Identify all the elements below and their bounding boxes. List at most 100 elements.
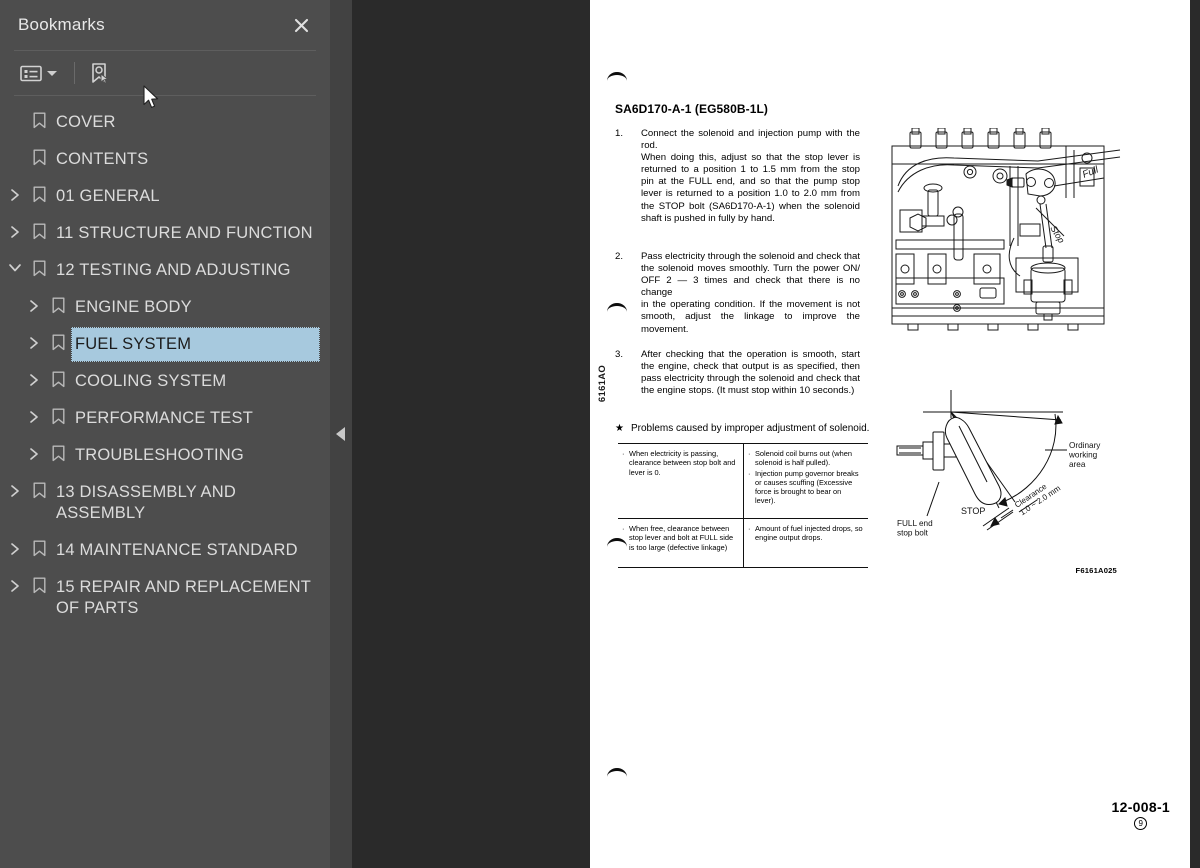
figure-label-clearance: Clearance 1.0 ~ 2.0 mm bbox=[1013, 476, 1062, 518]
mouse-cursor bbox=[143, 85, 161, 116]
table-cell-effect: · Amount of fuel injected drops, so engin… bbox=[743, 519, 868, 567]
bookmark-item-13-disassembly-and-assembly[interactable]: 13 DISASSEMBLY AND ASSEMBLY bbox=[0, 474, 330, 532]
bookmark-item-label: 13 DISASSEMBLY AND ASSEMBLY bbox=[56, 483, 236, 522]
toolbar-divider bbox=[74, 62, 75, 84]
bookmark-item-label: 01 GENERAL bbox=[56, 187, 160, 205]
bookmark-item-label: COOLING SYSTEM bbox=[75, 372, 227, 390]
table-cell-cause: · When free, clearance between stop lever… bbox=[622, 524, 734, 552]
bookmarks-panel-header: Bookmarks bbox=[0, 0, 330, 50]
pdf-viewer-area[interactable]: 6161AO SA6D170-A-1 (EG580B-1L) 1. Connec… bbox=[352, 0, 1200, 868]
step-text: After checking that the operation is smo… bbox=[641, 349, 860, 397]
star-note: ★ Problems caused by improper adjustment… bbox=[615, 423, 885, 435]
bookmark-item-15-repair-and-replacement-of-parts[interactable]: 15 REPAIR AND REPLACEMENT OF PARTS bbox=[0, 569, 330, 627]
step-number: 2. bbox=[615, 251, 624, 262]
bookmark-icon bbox=[26, 253, 52, 277]
chevron-right-icon[interactable] bbox=[23, 364, 45, 387]
star-note-text: Problems caused by improper adjustment o… bbox=[630, 423, 870, 434]
bookmark-item-cover[interactable]: COVER bbox=[0, 104, 330, 141]
page-number-block: 12-008-1 9 bbox=[1112, 799, 1170, 830]
bookmark-item-label: TROUBLESHOOTING bbox=[75, 446, 244, 464]
bookmark-item-label: 12 TESTING AND ADJUSTING bbox=[56, 261, 291, 279]
bookmark-icon bbox=[26, 570, 52, 594]
bookmark-item-engine-body[interactable]: ENGINE BODY bbox=[0, 289, 330, 326]
page-number-circled: 9 bbox=[1134, 817, 1148, 830]
figure-label-working-area: Ordinary working area bbox=[1068, 441, 1103, 469]
bookmarks-panel: Bookmarks COVER CONTENTS 01 GENERAL 11 S… bbox=[0, 0, 330, 868]
bookmark-item-performance-test[interactable]: PERFORMANCE TEST bbox=[0, 400, 330, 437]
star-icon: ★ bbox=[615, 423, 624, 434]
step-1: 1. Connect the solenoid and injection pu… bbox=[615, 128, 860, 225]
bookmark-item-label: ENGINE BODY bbox=[75, 298, 192, 316]
figure-label-full-end-bolt: FULL end stop bolt bbox=[897, 519, 935, 537]
panel-collapse-handle[interactable] bbox=[330, 0, 352, 868]
bookmark-item-label: FUEL SYSTEM bbox=[71, 327, 320, 362]
bookmark-item-label: CONTENTS bbox=[56, 150, 149, 168]
figure-stop-lever-range: Ordinary working area Clearance 1.0 ~ 2.… bbox=[895, 390, 1135, 575]
figure-id: F6161A025 bbox=[1075, 566, 1117, 575]
bookmark-item-12-testing-and-adjusting[interactable]: 12 TESTING AND ADJUSTING bbox=[0, 252, 330, 289]
bookmark-item-label: COVER bbox=[56, 113, 116, 131]
list-view-icon[interactable] bbox=[16, 58, 61, 88]
step-text: Connect the solenoid and injection pump … bbox=[641, 128, 860, 224]
chevron-down-icon[interactable] bbox=[4, 253, 26, 273]
bookmark-tree: COVER CONTENTS 01 GENERAL 11 STRUCTURE AND … bbox=[0, 96, 330, 627]
pdf-reader-window: Bookmarks COVER CONTENTS 01 GENERAL 11 S… bbox=[0, 0, 1200, 868]
figure-label-full: Full bbox=[1081, 164, 1101, 181]
bullet: · bbox=[748, 524, 751, 533]
bookmark-item-cooling-system[interactable]: COOLING SYSTEM bbox=[0, 363, 330, 400]
bookmark-item-contents[interactable]: CONTENTS bbox=[0, 141, 330, 178]
bookmark-item-fuel-system[interactable]: FUEL SYSTEM bbox=[0, 326, 330, 363]
chevron-right-icon[interactable] bbox=[4, 533, 26, 556]
bullet: · bbox=[748, 468, 751, 478]
bookmarks-toolbar bbox=[0, 51, 330, 95]
bookmark-icon bbox=[26, 475, 52, 499]
page-side-code: 6161AO bbox=[597, 364, 609, 403]
binding-arc bbox=[607, 768, 627, 777]
chevron-right-icon[interactable] bbox=[4, 216, 26, 239]
bookmark-item-label: 15 REPAIR AND REPLACEMENT OF PARTS bbox=[56, 578, 311, 617]
figure-injection-pump: Full Stop bbox=[888, 127, 1128, 353]
bullet: · bbox=[748, 449, 751, 458]
chevron-left-icon bbox=[336, 427, 345, 441]
bookmark-pointer-icon[interactable] bbox=[88, 58, 110, 88]
step-number: 3. bbox=[615, 349, 624, 360]
panel-title: Bookmarks bbox=[18, 15, 105, 34]
bookmark-icon bbox=[45, 327, 71, 351]
bookmark-icon bbox=[26, 216, 52, 240]
bookmark-item-14-maintenance-standard[interactable]: 14 MAINTENANCE STANDARD bbox=[0, 532, 330, 569]
table-cell-cause: · When electricity is passing, clearance … bbox=[622, 449, 736, 477]
bullet: · bbox=[622, 524, 625, 533]
bookmark-icon bbox=[26, 533, 52, 557]
chevron-right-icon[interactable] bbox=[23, 290, 45, 313]
bookmark-item-label: 14 MAINTENANCE STANDARD bbox=[56, 541, 298, 559]
bookmark-item-01-general[interactable]: 01 GENERAL bbox=[0, 178, 330, 215]
bookmark-icon bbox=[26, 179, 52, 203]
bookmark-icon bbox=[26, 105, 52, 129]
close-icon[interactable] bbox=[288, 12, 314, 38]
table-row: · When free, clearance between stop lever… bbox=[618, 518, 868, 567]
bookmark-item-11-structure-and-function[interactable]: 11 STRUCTURE AND FUNCTION bbox=[0, 215, 330, 252]
chevron-right-icon[interactable] bbox=[23, 401, 45, 424]
bookmark-icon bbox=[45, 290, 71, 314]
step-number: 1. bbox=[615, 128, 624, 139]
figure-label-stop: STOP bbox=[961, 506, 985, 516]
chevron-right-icon[interactable] bbox=[23, 438, 45, 461]
chevron-right-icon[interactable] bbox=[4, 179, 26, 202]
table-cell-effect: · Solenoid coil burns out (when solenoid … bbox=[743, 444, 868, 518]
bookmark-item-label: 11 STRUCTURE AND FUNCTION bbox=[56, 224, 313, 242]
bookmark-icon bbox=[26, 142, 52, 166]
pdf-page: 6161AO SA6D170-A-1 (EG580B-1L) 1. Connec… bbox=[590, 0, 1190, 868]
chevron-right-icon[interactable] bbox=[4, 570, 26, 593]
cause-effect-table: · When electricity is passing, clearance … bbox=[618, 443, 868, 568]
page-heading: SA6D170-A-1 (EG580B-1L) bbox=[615, 102, 769, 116]
page-number: 12-008-1 bbox=[1111, 799, 1170, 815]
bookmark-icon bbox=[45, 364, 71, 388]
chevron-down-icon[interactable] bbox=[47, 70, 57, 76]
chevron-right-icon[interactable] bbox=[23, 327, 45, 350]
bookmark-icon bbox=[45, 401, 71, 425]
step-3: 3. After checking that the operation is … bbox=[615, 349, 860, 397]
bookmark-item-troubleshooting[interactable]: TROUBLESHOOTING bbox=[0, 437, 330, 474]
chevron-right-icon[interactable] bbox=[4, 475, 26, 498]
binding-arc bbox=[607, 72, 627, 81]
table-row: · When electricity is passing, clearance … bbox=[618, 444, 868, 518]
